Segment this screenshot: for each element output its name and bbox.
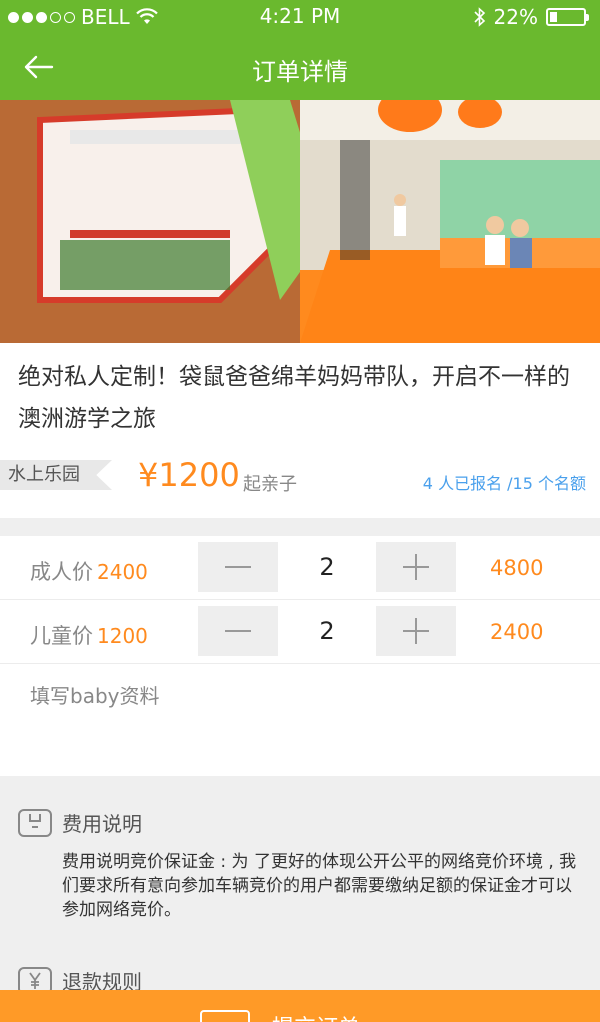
price-suffix: 起亲子 [243,474,297,495]
adult-total: 4800 [490,556,544,580]
adult-decrement-button[interactable] [198,542,278,592]
hero-image [0,100,600,343]
adult-unit-price: 2400 [97,560,148,584]
product-title: 绝对私人定制！袋鼠爸爸绵羊妈妈带队，开启不一样的澳洲游学之旅 [18,364,570,432]
adult-price-row: 成人价 2400 2 4800 [0,536,600,600]
submit-order-button[interactable]: 提交订单 [0,990,600,1022]
bluetooth-icon [473,7,485,27]
adult-label-text: 成人价 [30,560,93,584]
wallet-icon [18,808,52,837]
child-increment-button[interactable] [376,606,456,656]
category-tag: 水上乐园 [0,460,112,490]
order-detail-page: BELL 4:21 PM 22% 订单详情 绝对私人定制！袋鼠爸爸绵羊妈妈带队，… [0,0,600,1022]
fee-heading-text: 费用说明 [62,812,142,836]
enrollment-status: 4 人已报名 /15 个名额 [422,474,586,493]
page-title: 订单详情 [252,58,348,86]
adult-label: 成人价 2400 [30,556,148,586]
child-total: 2400 [490,620,544,644]
status-bar: BELL 4:21 PM 22% [0,0,600,34]
battery-percent: 22% [493,5,538,29]
nav-bar: 订单详情 [0,34,600,100]
child-price-row: 儿童价 1200 2 2400 [0,600,600,664]
minus-icon [225,566,251,568]
child-label: 儿童价 1200 [30,620,148,650]
baby-info-link[interactable]: 填写baby资料 [30,680,159,709]
product-price: ¥1200 [138,456,240,494]
battery-fill [550,12,557,22]
child-quantity-stepper: 2 [198,606,456,656]
submit-label: 提交订单 [272,1010,360,1022]
header: BELL 4:21 PM 22% 订单详情 [0,0,600,100]
adult-quantity[interactable]: 2 [278,542,376,592]
child-label-text: 儿童价 [30,624,93,648]
status-right: 22% [473,5,589,29]
adult-quantity-stepper: 2 [198,542,456,592]
fee-description: 费用说明竞价保证金 : 为 了更好的体现公开公平的网络竞价环境 , 我们要求所有… [62,852,577,920]
child-unit-price: 1200 [97,624,148,648]
minus-icon [225,630,251,632]
section-divider [0,518,600,536]
ticket-icon [200,1010,250,1022]
hero-illustration [0,100,600,343]
fee-heading: 费用说明 [18,808,142,837]
adult-increment-button[interactable] [376,542,456,592]
child-quantity[interactable]: 2 [278,606,376,656]
child-decrement-button[interactable] [198,606,278,656]
battery-icon [546,8,589,26]
